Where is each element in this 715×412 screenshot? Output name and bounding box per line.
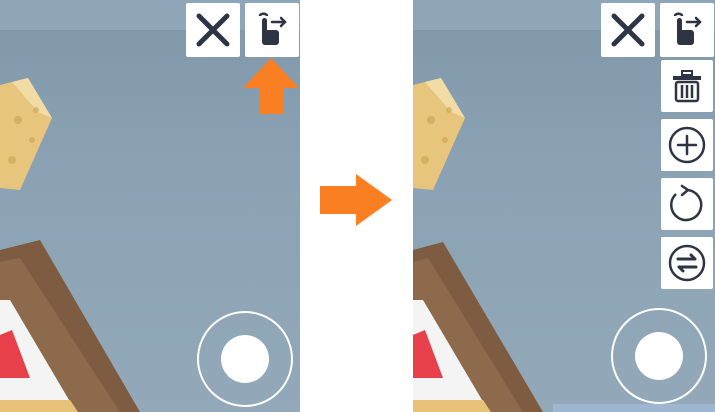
hand-tool-button[interactable] (660, 3, 714, 57)
plus-circle-icon (668, 126, 706, 164)
joystick-knob[interactable] (635, 332, 683, 380)
delete-button[interactable] (661, 60, 713, 112)
after-game-view (413, 0, 715, 412)
joystick[interactable] (611, 308, 707, 404)
close-button[interactable] (601, 3, 655, 57)
close-button[interactable] (186, 3, 240, 57)
joystick-knob[interactable] (221, 335, 269, 383)
floor-edge (413, 400, 491, 412)
transition-right-arrow (320, 174, 392, 226)
before-game-view (0, 0, 300, 412)
rotate-button[interactable] (661, 178, 713, 230)
hand-tool-button[interactable] (245, 3, 299, 57)
joystick[interactable] (197, 311, 293, 407)
hand-pointer-arrow-icon (673, 12, 702, 45)
swap-arrows-icon (668, 244, 706, 282)
swap-button[interactable] (661, 237, 713, 289)
hand-pointer-arrow-icon (258, 12, 287, 45)
close-icon (611, 13, 645, 47)
floor-blue (553, 404, 715, 412)
trash-icon (673, 70, 701, 103)
add-button[interactable] (661, 119, 713, 171)
highlight-up-arrow (243, 58, 299, 114)
rotate-icon (669, 184, 703, 222)
close-icon (196, 13, 230, 47)
floor-edge (0, 400, 78, 412)
